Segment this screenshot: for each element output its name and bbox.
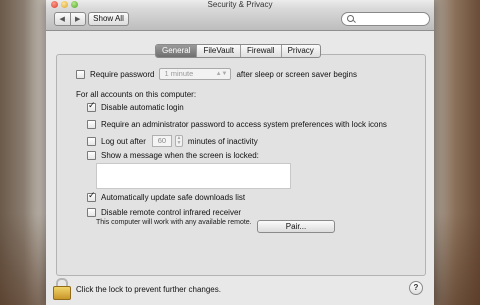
search-input[interactable] (341, 12, 430, 26)
disable-remote-row: Disable remote control infrared receiver (87, 208, 241, 217)
help-button[interactable]: ? (409, 281, 423, 295)
show-message-row: Show a message when the screen is locked… (87, 151, 259, 160)
lock-message-field[interactable] (96, 163, 291, 189)
disable-auto-login-checkbox[interactable] (87, 101, 96, 112)
require-password-label: Require password (90, 69, 155, 79)
tab-general[interactable]: General (156, 45, 197, 57)
log-out-minutes-stepper[interactable]: ▲ ▼ (174, 135, 183, 147)
password-interval-popup[interactable]: 1 minute ▲▼ (159, 68, 232, 80)
popup-arrows-icon: ▲▼ (215, 71, 228, 77)
remote-note: This computer will work with any availab… (96, 219, 252, 226)
forward-button[interactable]: ▶ (69, 13, 86, 25)
log-out-suffix: minutes of inactivity (187, 136, 258, 146)
auto-update-label: Automatically update safe downloads list (101, 193, 246, 202)
tab-privacy[interactable]: Privacy (280, 45, 320, 57)
all-accounts-label: For all accounts on this computer: (76, 90, 197, 99)
lock-status-text: Click the lock to prevent further change… (76, 285, 221, 294)
require-admin-label: Require an administrator password to acc… (101, 120, 387, 129)
require-password-row: Require password 1 minute ▲▼ after sleep… (76, 68, 357, 80)
password-interval-value: 1 minute (164, 69, 194, 78)
log-out-label: Log out after (101, 136, 146, 146)
lock-body (53, 286, 71, 300)
require-password-checkbox[interactable] (76, 69, 85, 79)
tab-filevault[interactable]: FileVault (196, 45, 240, 57)
auto-update-row: Automatically update safe downloads list (87, 191, 246, 202)
auto-update-checkbox[interactable] (87, 191, 96, 202)
show-all-button[interactable]: Show All (88, 12, 129, 26)
pair-button[interactable]: Pair... (257, 220, 335, 233)
window-title: Security & Privacy (207, 0, 273, 9)
all-accounts-heading: For all accounts on this computer: (76, 90, 196, 99)
disable-auto-login-row: Disable automatic login (87, 101, 184, 112)
require-admin-row: Require an administrator password to acc… (87, 120, 387, 129)
title-bar: Security & Privacy (46, 0, 434, 9)
disable-auto-login-label: Disable automatic login (101, 103, 184, 112)
log-out-row: Log out after 60 ▲ ▼ minutes of inactivit… (87, 135, 258, 147)
back-button[interactable]: ◀ (55, 13, 70, 25)
lock-icon[interactable] (53, 278, 71, 300)
show-message-checkbox[interactable] (87, 151, 96, 160)
back-forward-control: ◀ ▶ (54, 12, 86, 26)
log-out-checkbox[interactable] (87, 136, 96, 146)
require-password-suffix: after sleep or screen saver begins (236, 69, 357, 79)
require-admin-checkbox[interactable] (87, 120, 96, 129)
tab-bar: General FileVault Firewall Privacy (155, 44, 321, 58)
tab-firewall[interactable]: Firewall (240, 45, 281, 57)
toolbar: ◀ ▶ Show All (46, 9, 434, 31)
show-message-label: Show a message when the screen is locked… (101, 151, 259, 160)
disable-remote-label: Disable remote control infrared receiver (101, 208, 242, 217)
log-out-minutes-field[interactable]: 60 (151, 135, 172, 147)
disable-remote-checkbox[interactable] (87, 208, 96, 217)
search-icon (347, 15, 354, 22)
